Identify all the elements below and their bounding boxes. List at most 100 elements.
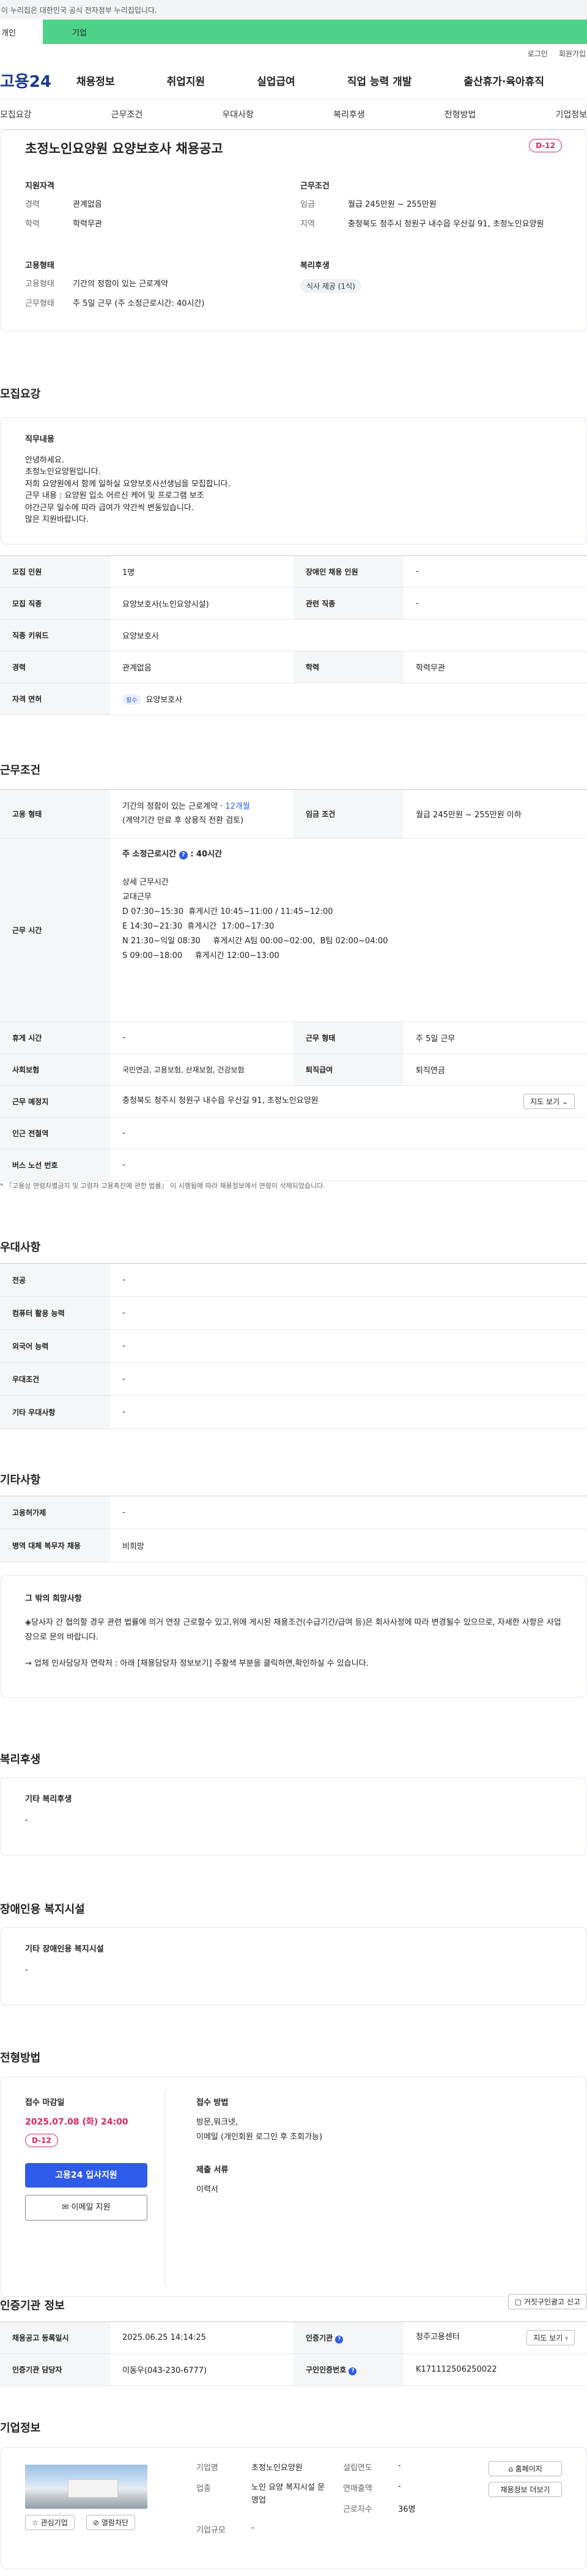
weekly-hours-value: : 40시간	[190, 850, 223, 859]
info-icon[interactable]: ?	[335, 2335, 344, 2344]
workplace-address: 충청북도 청주시 청원구 내수읍 우산길 91, 초정노인요양원	[122, 1096, 319, 1105]
age-note: * 『고용상 연령차별금지 및 고령자 고용촉진에 관한 법률』 이 시행됨에 …	[0, 1182, 325, 1190]
info-icon[interactable]: ?	[179, 851, 188, 859]
apply-section-title: 전형방법	[0, 2052, 41, 2065]
table-row: 근무 예정지 충청북도 청주시 청원구 내수읍 우산길 91, 초정노인요양원 지도…	[0, 1085, 587, 1118]
row-label: 장애인 채용 인원	[294, 555, 404, 588]
disabled-subtitle: 기타 장애인용 복지시설	[25, 1945, 104, 1954]
condition-title: 근무조건	[300, 182, 330, 191]
welfare-card: 기타 복리후생 -	[0, 1777, 587, 1855]
row-label: 근무 형태	[294, 1022, 404, 1054]
method-label: 접수 방법	[196, 2098, 229, 2107]
row-value: 필수 요양보호사	[110, 683, 587, 715]
tab-personal[interactable]: 개인	[0, 20, 43, 44]
row-value: K171112506250022	[404, 2353, 587, 2386]
conditions-section-title: 근무조건	[0, 764, 41, 777]
founding-value: -	[398, 2461, 401, 2470]
row-value: 퇴직연금	[404, 1053, 587, 1086]
block-label: 열람차단	[101, 2518, 129, 2527]
table-row: 버스 노선 번호 -	[0, 1149, 587, 1181]
row-value: -	[404, 555, 587, 588]
signup-link[interactable]: 회원가입	[559, 48, 586, 59]
table-row: 모집 직종 요양보호사(노인요양시설) 관련 직종 -	[0, 587, 587, 620]
row-label: 컴퓨터 활용 능력	[0, 1296, 110, 1330]
divider	[164, 2090, 165, 2285]
sales-value: -	[398, 2482, 401, 2491]
disabled-section-title: 장애인용 복지시설	[0, 1903, 85, 1916]
other-wishes-card: 그 밖의 희망사항 ◈당사자 간 협의할 경우 관련 법률에 의거 연장 근로할…	[0, 1575, 587, 1698]
qualification-title: 지원자격	[25, 182, 54, 191]
table-row: 자격 면허 필수 요양보호사	[0, 683, 587, 715]
job-description-line: 야간근무 일수에 따라 급여가 약간씩 변동있습니다.	[25, 503, 194, 513]
method-value: 방문,워크넷,	[196, 2118, 238, 2127]
required-tag: 필수	[122, 694, 141, 705]
row-label: 퇴직급여	[294, 1053, 404, 1086]
table-row: 컴퓨터 활용 능력 -	[0, 1296, 587, 1330]
email-apply-label: 이메일 지원	[71, 2203, 111, 2212]
row-label: 병역 대체 복무자 채용	[0, 1529, 110, 1562]
tab-recruit[interactable]: 모집요강	[0, 108, 32, 121]
report-button[interactable]: ▢ 거짓구인광고 신고	[508, 2294, 587, 2309]
block-company-button[interactable]: ⊘ 열람차단	[86, 2515, 136, 2530]
tab-preferences[interactable]: 우대사항	[222, 108, 254, 121]
homepage-button[interactable]: ⌂ 홈페이지	[489, 2461, 562, 2476]
cert-no-label: 구인인증번호	[306, 2365, 347, 2374]
table-row: 경력 관계없음 학력 학력무관	[0, 651, 587, 683]
welfare-block: 복리후생 식사 제공 (1식)	[300, 259, 569, 293]
row-value: -	[404, 587, 587, 620]
row-label: 인증기관 ?	[294, 2322, 404, 2354]
nav-unemployment-benefit[interactable]: 실업급여	[257, 73, 295, 88]
more-jobs-button[interactable]: 채용정보 더보기	[489, 2482, 562, 2497]
agency-map-button[interactable]: 지도 보기 ›	[526, 2330, 575, 2345]
conditions-table: 고용 형태 기간의 정함이 있는 근로계약 · 12개월 (계약기간 만료 후 상…	[0, 789, 587, 1181]
method-value: 이메일 (개인회원 로그인 후 조회가능)	[196, 2132, 323, 2142]
row-label: 학력	[294, 651, 404, 683]
row-label: 고용 형태	[0, 789, 110, 839]
table-row: 고용 형태 기간의 정함이 있는 근로계약 · 12개월 (계약기간 만료 후 상…	[0, 789, 587, 839]
row-value: 국민연금, 고용보험, 산재보험, 건강보험	[110, 1053, 294, 1086]
company-name-label: 기업명	[196, 2463, 218, 2473]
content-canvas: 모집요강 직무내용 안녕하세요. 초정노인요양원입니다. 저희 요양원에서 함께…	[0, 0, 587, 2576]
disabled-card: 기타 장애인용 복지시설 -	[0, 1927, 587, 2005]
map-button[interactable]: 지도 보기 ⌄	[523, 1094, 575, 1109]
tab-welfare[interactable]: 복리후생	[333, 108, 365, 121]
company-size-value: -	[251, 2523, 254, 2533]
location-value: 충청북도 청주시 청원구 내수읍 우산길 91, 초정노인요양원	[348, 220, 544, 229]
info-icon[interactable]: ?	[349, 2367, 357, 2375]
row-value: -	[110, 1022, 294, 1054]
email-apply-button[interactable]: ✉ 이메일 지원	[25, 2195, 147, 2221]
report-icon: ▢	[514, 2298, 522, 2306]
career-value: 관계없음	[73, 200, 102, 209]
shift-line: S 09:00~18:00 휴게시간 12:00~13:00	[122, 951, 279, 961]
nav-jobs[interactable]: 채용정보	[76, 73, 115, 88]
tab-conditions[interactable]: 근무조건	[111, 108, 143, 121]
row-value: 주 5일 근무	[404, 1022, 587, 1054]
favorite-label: 관심기업	[40, 2518, 68, 2527]
tab-selection[interactable]: 전형방법	[445, 108, 476, 121]
table-row: 병역 대체 복무자 채용 비희망	[0, 1529, 587, 1562]
login-link[interactable]: 로그인	[528, 48, 548, 59]
apply-button[interactable]: 고용24 입사지원	[25, 2163, 147, 2188]
agency-map-label: 지도 보기	[533, 2334, 563, 2342]
agency-value: 청주고용센터	[416, 2333, 460, 2342]
row-value: 비희망	[110, 1529, 587, 1562]
chevron-down-icon: ⌄	[561, 1097, 568, 1106]
tab-company[interactable]: 기업정보	[555, 108, 587, 121]
nav-vocational-training[interactable]: 직업 능력 개발	[347, 73, 412, 88]
welfare-section-title: 복리후생	[0, 1753, 41, 1766]
row-label: 근무 예정지	[0, 1085, 110, 1118]
deadline-value: 2025.07.08 (화) 24:00	[25, 2117, 128, 2127]
weekly-hours-label: 주 소정근로시간	[122, 850, 177, 859]
apply-card: 접수 마감일 2025.07.08 (화) 24:00 D-12 고용24 입사…	[0, 2077, 587, 2297]
nav-employment-support[interactable]: 취업지원	[167, 73, 205, 88]
dday-badge: D-12	[529, 139, 562, 152]
table-row: 휴게 시간 - 근무 형태 주 5일 근무	[0, 1022, 587, 1054]
user-type-bar: 개인 기업	[0, 20, 587, 44]
row-value: 주 소정근로시간 ? : 40시간 상세 근무시간 교대근무 D 07:30~1…	[110, 838, 587, 1022]
logo[interactable]: 고용24	[0, 69, 70, 92]
tab-company[interactable]: 기업	[43, 20, 116, 44]
favorite-company-button[interactable]: ☆ 관심기업	[25, 2515, 75, 2530]
row-value: -	[110, 1263, 587, 1297]
nav-parental-leave[interactable]: 출산휴가·육아휴직	[463, 73, 544, 88]
welfare-value: -	[25, 1815, 28, 1825]
